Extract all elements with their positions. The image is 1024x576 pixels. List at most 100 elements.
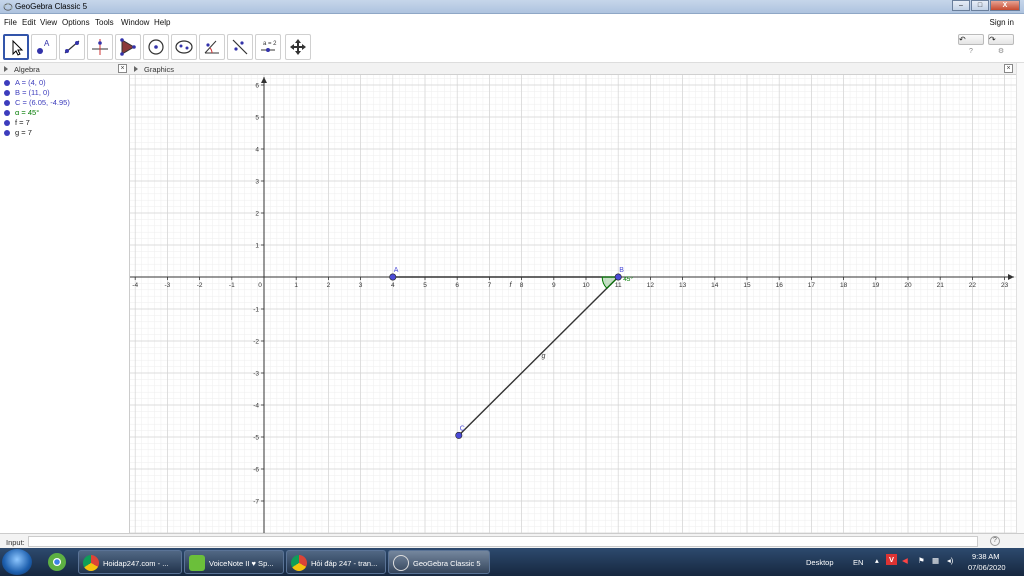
collapse-triangle-icon[interactable] bbox=[134, 66, 138, 72]
point-B[interactable] bbox=[614, 273, 622, 281]
x-tick-label: 22 bbox=[969, 282, 977, 289]
visibility-dot-icon[interactable] bbox=[4, 80, 10, 87]
perpendicular-line-icon bbox=[92, 39, 108, 55]
ellipse-icon bbox=[175, 40, 193, 54]
close-algebra-icon[interactable]: × bbox=[118, 64, 127, 73]
minimize-button[interactable]: – bbox=[952, 0, 970, 11]
x-tick-label: 12 bbox=[647, 282, 655, 289]
algebra-title: Algebra bbox=[14, 65, 40, 74]
polygon-tool-button[interactable] bbox=[115, 34, 141, 60]
task-hoidap247[interactable]: Hoidap247.com - ... bbox=[78, 550, 182, 574]
menu-file[interactable]: File bbox=[4, 18, 17, 27]
visibility-dot-icon[interactable] bbox=[4, 90, 10, 97]
x-tick-label: 16 bbox=[776, 282, 784, 289]
help-icon[interactable]: ? bbox=[967, 48, 975, 56]
clock-time[interactable]: 9:38 AM bbox=[972, 552, 1000, 561]
close-button[interactable]: X bbox=[990, 0, 1020, 11]
point-label-B: B bbox=[619, 267, 624, 274]
window-title: GeoGebra Classic 5 bbox=[15, 2, 88, 11]
notification-flag-icon[interactable]: ◀ bbox=[902, 556, 908, 565]
x-tick-label: -3 bbox=[165, 282, 171, 289]
slider-tool-button[interactable]: a = 2 bbox=[255, 34, 281, 60]
graphics-view[interactable]: -4 -3 -2 -1 0 1 2 3 4 5 6 7 8 9 10 11 12 13 14 15 16 17 18 19 20… bbox=[130, 75, 1016, 533]
y-tick-label: -3 bbox=[253, 371, 259, 378]
y-tick-label: 6 bbox=[255, 83, 259, 90]
action-center-icon[interactable]: ⚑ bbox=[918, 556, 925, 565]
menu-options[interactable]: Options bbox=[62, 18, 90, 27]
task-geogebra[interactable]: GeoGebra Classic 5 bbox=[388, 550, 490, 574]
chrome-icon bbox=[291, 555, 307, 571]
x-tick-label: 17 bbox=[808, 282, 816, 289]
algebra-view: A = (4, 0) B = (11, 0) C = (6.05, -4.95)… bbox=[0, 75, 130, 533]
algebra-item-alpha[interactable]: α = 45° bbox=[4, 108, 39, 118]
menu-help[interactable]: Help bbox=[154, 18, 170, 27]
desktop-toolbar-label[interactable]: Desktop bbox=[806, 558, 834, 567]
task-hoi-dap-247[interactable]: Hỏi đáp 247 - tran... bbox=[286, 550, 386, 574]
move-arrows-icon bbox=[290, 39, 306, 55]
input-field[interactable] bbox=[28, 536, 978, 547]
visibility-dot-icon[interactable] bbox=[4, 120, 10, 127]
algebra-item-a[interactable]: A = (4, 0) bbox=[4, 78, 46, 88]
move-tool-button[interactable] bbox=[3, 34, 29, 60]
menu-window[interactable]: Window bbox=[121, 18, 149, 27]
geogebra-icon bbox=[393, 555, 409, 571]
graphics-canvas[interactable]: -4 -3 -2 -1 0 1 2 3 4 5 6 7 8 9 10 11 12 13 14 15 16 17 18 19 20… bbox=[130, 75, 1016, 533]
graphics-side-strip bbox=[1016, 63, 1024, 533]
perpendicular-line-tool-button[interactable] bbox=[87, 34, 113, 60]
point-C[interactable] bbox=[455, 431, 463, 439]
gear-icon[interactable]: ⚙ bbox=[997, 48, 1005, 56]
reflect-tool-button[interactable] bbox=[227, 34, 253, 60]
x-tick-label: 2 bbox=[327, 282, 331, 289]
reflect-icon bbox=[232, 39, 248, 55]
menu-tools[interactable]: Tools bbox=[95, 18, 114, 27]
line-tool-button[interactable] bbox=[59, 34, 85, 60]
visibility-dot-icon[interactable] bbox=[4, 130, 10, 137]
show-hidden-icons-icon[interactable]: ▴ bbox=[875, 556, 879, 565]
algebra-item-c[interactable]: C = (6.05, -4.95) bbox=[4, 98, 70, 108]
angle-tool-button[interactable] bbox=[199, 34, 225, 60]
menu-bar: File Edit View Options Tools Window Help… bbox=[0, 14, 1024, 30]
point-A[interactable] bbox=[389, 273, 397, 281]
maximize-button[interactable]: □ bbox=[971, 0, 989, 11]
clock-date[interactable]: 07/06/2020 bbox=[968, 563, 1006, 572]
point-icon: A bbox=[37, 39, 50, 54]
x-tick-label: 10 bbox=[582, 282, 590, 289]
x-tick-label: 8 bbox=[520, 282, 524, 289]
y-tick-label: -4 bbox=[253, 403, 259, 410]
slider-icon: a = 2 bbox=[261, 41, 277, 52]
x-tick-label: 19 bbox=[872, 282, 880, 289]
visibility-dot-icon[interactable] bbox=[4, 100, 10, 107]
x-tick-label: 5 bbox=[423, 282, 427, 289]
algebra-item-f[interactable]: f = 7 bbox=[4, 118, 30, 128]
start-button[interactable] bbox=[2, 549, 32, 575]
x-tick-label: 3 bbox=[359, 282, 363, 289]
volume-icon[interactable]: ◂) bbox=[947, 556, 953, 565]
point-tool-button[interactable]: A bbox=[31, 34, 57, 60]
sign-in-link[interactable]: Sign in bbox=[990, 18, 1014, 27]
antivirus-icon[interactable]: V bbox=[886, 554, 897, 565]
menu-view[interactable]: View bbox=[40, 18, 57, 27]
algebra-item-text: g = 7 bbox=[15, 128, 32, 137]
algebra-item-text: α = 45° bbox=[15, 108, 40, 117]
circle-tool-button[interactable] bbox=[143, 34, 169, 60]
menu-edit[interactable]: Edit bbox=[22, 18, 36, 27]
input-help-icon[interactable]: ? bbox=[990, 536, 1000, 546]
chrome-pinned-icon[interactable] bbox=[40, 551, 74, 573]
x-tick-label: -2 bbox=[197, 282, 203, 289]
move-graphics-tool-button[interactable] bbox=[285, 34, 311, 60]
language-indicator[interactable]: EN bbox=[853, 558, 863, 567]
x-tick-label: 11 bbox=[615, 282, 622, 289]
close-graphics-icon[interactable]: × bbox=[1004, 64, 1013, 73]
network-icon[interactable]: ▦ bbox=[932, 556, 939, 565]
algebra-item-g[interactable]: g = 7 bbox=[4, 128, 32, 138]
x-tick-label: 20 bbox=[904, 282, 912, 289]
redo-button[interactable]: ↷ bbox=[988, 34, 1014, 45]
svg-text:a = 2: a = 2 bbox=[263, 41, 277, 47]
ellipse-tool-button[interactable] bbox=[171, 34, 197, 60]
collapse-triangle-icon[interactable] bbox=[4, 66, 8, 72]
algebra-item-b[interactable]: B = (11, 0) bbox=[4, 88, 50, 98]
y-tick-label: -7 bbox=[253, 499, 259, 506]
visibility-dot-icon[interactable] bbox=[4, 110, 10, 117]
task-voicenote[interactable]: VoiceNote II ♥ Sp... bbox=[184, 550, 284, 574]
undo-button[interactable]: ↶ bbox=[958, 34, 984, 45]
